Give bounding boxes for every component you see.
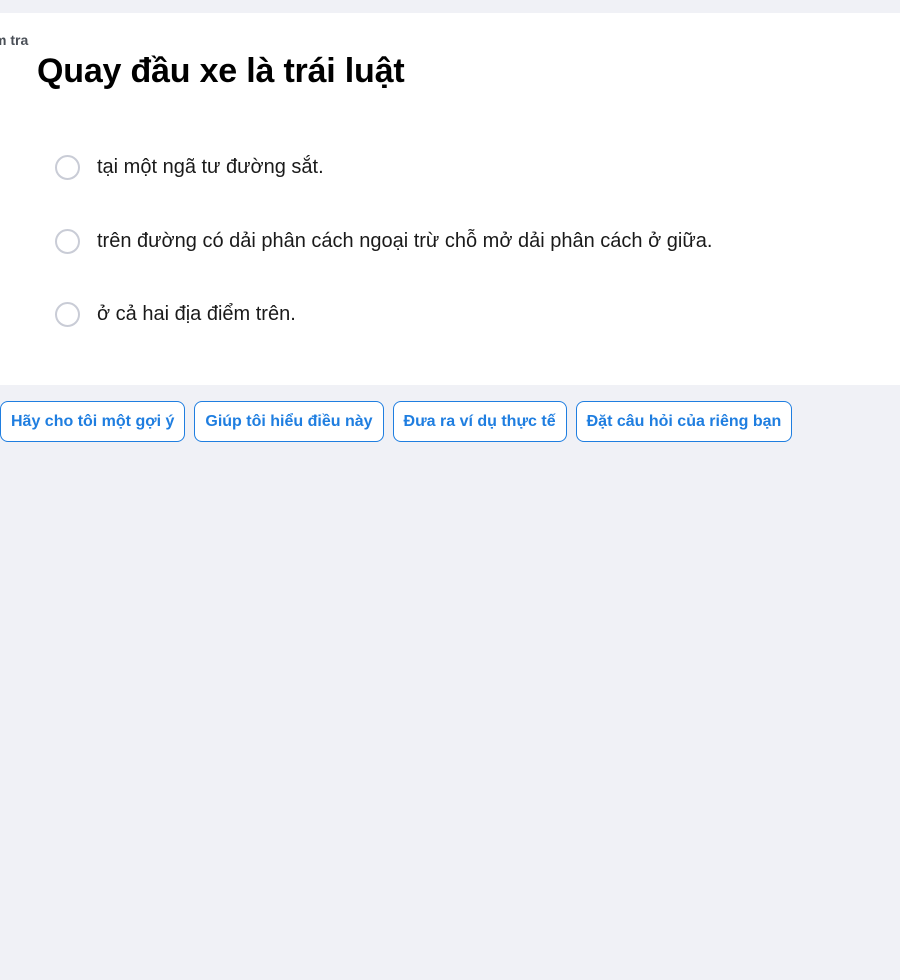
answer-option-text: trên đường có dải phân cách ngoại trừ ch… bbox=[97, 229, 713, 252]
answer-option-text: tại một ngã tư đường sắt. bbox=[97, 155, 324, 178]
answer-options: tại một ngã tư đường sắt. trên đường có … bbox=[55, 152, 712, 373]
explain-button[interactable]: Giúp tôi hiểu điều này bbox=[194, 401, 384, 442]
radio-button-icon[interactable] bbox=[55, 301, 80, 327]
card-label: m tra bbox=[0, 32, 29, 48]
ask-own-question-button[interactable]: Đặt câu hỏi của riêng bạn bbox=[575, 401, 793, 442]
answer-option-3[interactable]: ở cả hai địa điểm trên. bbox=[55, 299, 712, 329]
hint-button[interactable]: Hãy cho tôi một gợi ý bbox=[0, 401, 186, 442]
answer-option-1[interactable]: tại một ngã tư đường sắt. bbox=[55, 152, 712, 182]
question-title: Quay đầu xe là trái luật bbox=[37, 52, 405, 90]
answer-option-2[interactable]: trên đường có dải phân cách ngoại trừ ch… bbox=[55, 226, 712, 256]
suggestion-chips: Hãy cho tôi một gợi ý Giúp tôi hiểu điều… bbox=[0, 401, 793, 442]
real-example-button[interactable]: Đưa ra ví dụ thực tế bbox=[392, 401, 567, 442]
answer-option-text: ở cả hai địa điểm trên. bbox=[97, 302, 296, 325]
radio-button-icon[interactable] bbox=[55, 154, 80, 180]
radio-button-icon[interactable] bbox=[55, 228, 80, 254]
